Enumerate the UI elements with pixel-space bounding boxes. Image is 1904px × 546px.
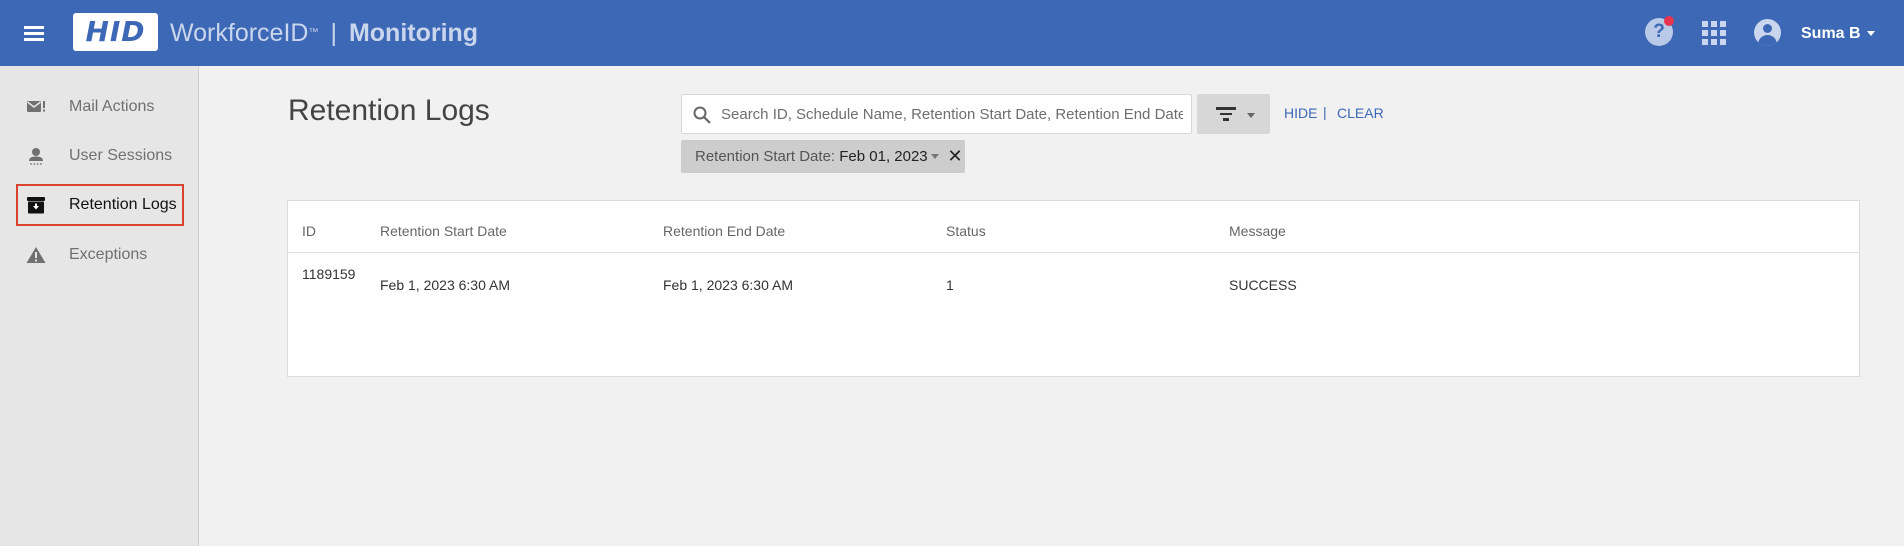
filter-chip[interactable]: Retention Start Date: Feb 01, 2023 ✕ xyxy=(681,140,965,173)
link-separator: | xyxy=(1323,104,1327,120)
sidebar-item-user-sessions[interactable]: User Sessions xyxy=(16,135,184,177)
filter-chip-label: Retention Start Date: Feb 01, 2023 xyxy=(695,140,928,173)
header-divider xyxy=(288,252,1859,253)
archive-icon xyxy=(27,197,45,214)
user-name: Suma B xyxy=(1801,25,1861,42)
product-name: WorkforceID xyxy=(170,19,309,47)
cell-id: 1189159 xyxy=(302,266,356,282)
cell-end-date: Feb 1, 2023 6:30 AM xyxy=(663,277,793,293)
logo-text: HID xyxy=(85,15,146,48)
user-session-icon xyxy=(29,148,43,165)
column-header-start-date[interactable]: Retention Start Date xyxy=(380,223,507,239)
close-icon[interactable]: ✕ xyxy=(947,146,963,166)
search-input[interactable] xyxy=(721,95,1183,133)
sidebar-item-exceptions[interactable]: Exceptions xyxy=(16,234,184,276)
mail-alert-icon xyxy=(27,101,45,112)
sidebar-item-label: Mail Actions xyxy=(69,98,155,115)
cell-status: 1 xyxy=(946,277,954,293)
clear-link[interactable]: CLEAR xyxy=(1337,105,1384,121)
module-name: Monitoring xyxy=(348,19,479,47)
title-separator: | xyxy=(330,19,337,47)
cell-message: SUCCESS xyxy=(1229,277,1297,293)
sidebar-item-label: User Sessions xyxy=(69,147,173,164)
chevron-down-icon[interactable] xyxy=(931,154,939,159)
cell-start-date: Feb 1, 2023 6:30 AM xyxy=(380,277,510,293)
hid-logo: HID xyxy=(73,13,158,51)
app-title: WorkforceID™ | Monitoring xyxy=(170,18,478,48)
chevron-down-icon xyxy=(1247,113,1255,118)
column-header-end-date[interactable]: Retention End Date xyxy=(663,223,785,239)
hide-link[interactable]: HIDE xyxy=(1284,105,1317,121)
column-header-id[interactable]: ID xyxy=(302,223,316,239)
search-box xyxy=(681,94,1192,134)
chevron-down-icon xyxy=(1866,31,1875,37)
sidebar-item-mail-actions[interactable]: Mail Actions xyxy=(16,86,184,128)
column-header-message[interactable]: Message xyxy=(1229,223,1286,239)
apps-grid-icon[interactable] xyxy=(1702,21,1726,45)
user-menu[interactable]: Suma B xyxy=(1801,25,1875,43)
trademark: ™ xyxy=(308,27,319,38)
results-table: ID Retention Start Date Retention End Da… xyxy=(287,200,1860,377)
user-avatar-icon[interactable] xyxy=(1754,19,1781,46)
search-icon xyxy=(693,106,711,124)
sidebar-item-retention-logs[interactable]: Retention Logs xyxy=(16,184,184,226)
notification-dot xyxy=(1664,16,1674,26)
column-header-status[interactable]: Status xyxy=(946,223,986,239)
filter-button[interactable] xyxy=(1197,94,1270,134)
filter-icon xyxy=(1216,107,1236,121)
top-bar: HID WorkforceID™ | Monitoring ? Suma B xyxy=(0,0,1904,66)
menu-icon[interactable] xyxy=(20,20,48,46)
sidebar-item-label: Exceptions xyxy=(69,246,148,263)
page-title: Retention Logs xyxy=(288,94,490,127)
sidebar: Mail Actions User Sessions Retention Log… xyxy=(0,66,199,546)
filter-chip-value: Feb 01, 2023 xyxy=(839,148,928,165)
warning-icon xyxy=(26,247,46,263)
filter-chip-name: Retention Start Date: xyxy=(695,148,836,165)
sidebar-item-label: Retention Logs xyxy=(69,196,177,213)
